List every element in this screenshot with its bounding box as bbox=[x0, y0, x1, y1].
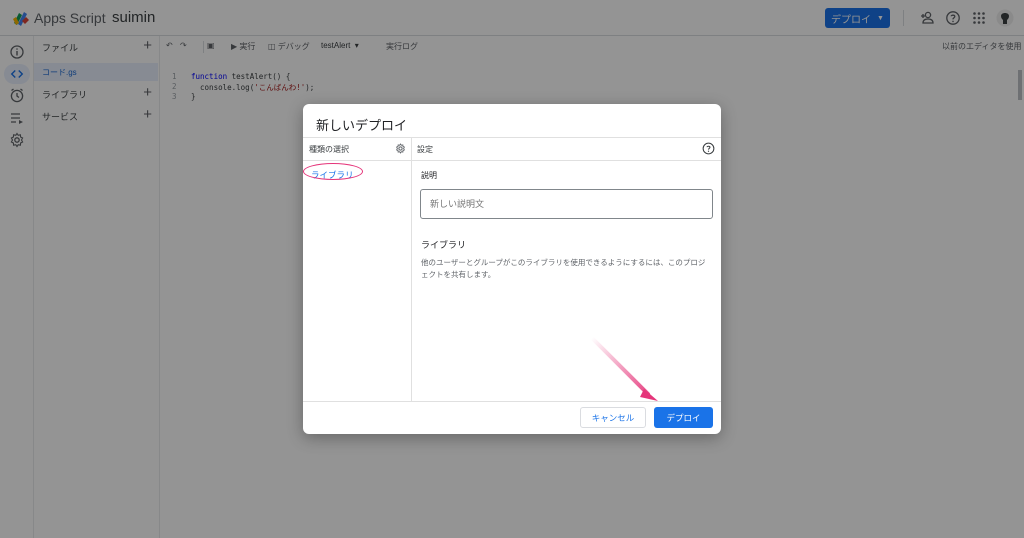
dialog-footer-divider bbox=[303, 401, 721, 402]
settings-icon[interactable] bbox=[395, 143, 406, 154]
dialog-header-divider bbox=[303, 160, 721, 161]
library-description: 他のユーザーとグループがこのライブラリを使用できるようにするには、このプロジェク… bbox=[421, 258, 706, 279]
library-heading: ライブラリ bbox=[421, 240, 467, 250]
description-label: 説明 bbox=[421, 171, 437, 180]
cancel-button[interactable]: キャンセル bbox=[580, 407, 646, 428]
new-deployment-dialog: 新しいデプロイ 種類の選択 設定 ライブラリ 説明 ライブラリ 他のユーザーとグ… bbox=[303, 104, 721, 434]
description-input[interactable] bbox=[420, 189, 713, 219]
dialog-column-divider bbox=[411, 137, 412, 401]
type-select-header: 種類の選択 bbox=[309, 145, 349, 154]
deploy-button[interactable]: デプロイ bbox=[654, 407, 713, 428]
help-icon[interactable] bbox=[702, 142, 715, 155]
dialog-title: 新しいデプロイ bbox=[316, 118, 408, 133]
settings-header: 設定 bbox=[417, 145, 433, 154]
highlight-annotation bbox=[303, 163, 363, 180]
dialog-divider bbox=[303, 137, 721, 138]
